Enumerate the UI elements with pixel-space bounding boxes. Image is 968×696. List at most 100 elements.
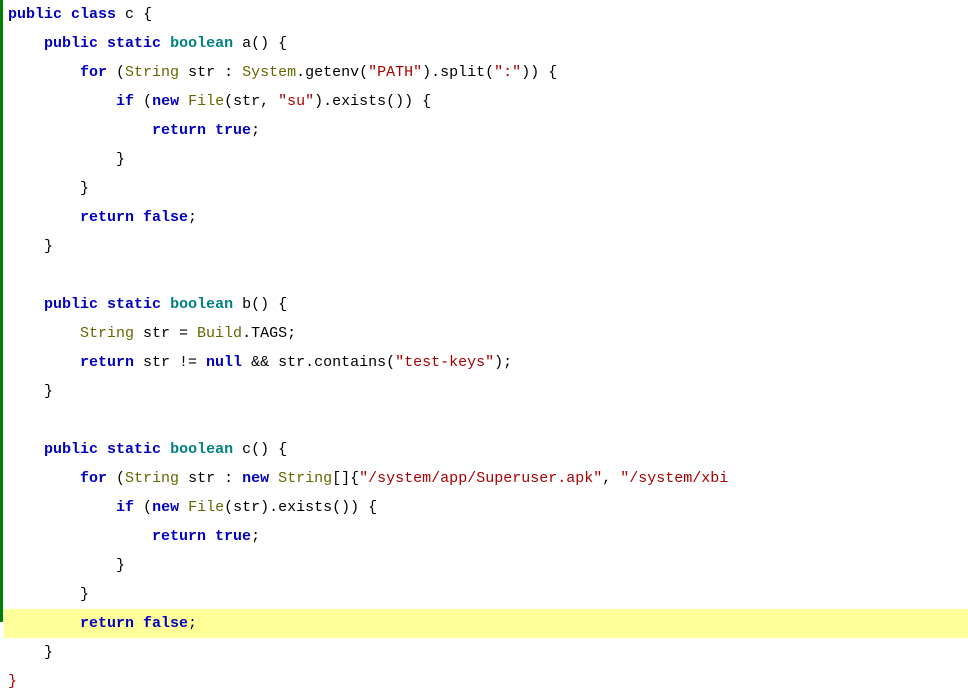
token-op: && — [251, 354, 269, 371]
token-kw: null — [206, 354, 242, 371]
token-id — [233, 35, 242, 52]
token-kw: public static — [44, 441, 161, 458]
code-line[interactable]: } — [4, 174, 968, 203]
token-id — [233, 64, 242, 81]
token-type: boolean — [170, 441, 233, 458]
code-line[interactable]: return false; — [4, 609, 968, 638]
token-str: "su" — [278, 93, 314, 110]
token-id: ; — [251, 122, 260, 139]
code-line[interactable]: return false; — [4, 203, 968, 232]
token-kw: for — [80, 470, 107, 487]
code-line[interactable]: } — [4, 638, 968, 667]
token-kw: public static — [44, 296, 161, 313]
token-kw: return — [80, 354, 134, 371]
token-kw: for — [80, 64, 107, 81]
code-line[interactable]: public static boolean c() { — [4, 435, 968, 464]
token-cls: String — [125, 470, 179, 487]
token-id: str — [179, 470, 224, 487]
token-cls: Build — [197, 325, 242, 342]
token-id — [161, 296, 170, 313]
code-line[interactable]: for (String str : new String[]{"/system/… — [4, 464, 968, 493]
token-id: str.contains( — [269, 354, 395, 371]
code-line[interactable] — [4, 406, 968, 435]
code-editor[interactable]: public class c { public static boolean a… — [0, 0, 968, 622]
token-brace: } — [44, 238, 53, 255]
code-line[interactable]: } — [4, 580, 968, 609]
code-line[interactable]: } — [4, 232, 968, 261]
token-id — [161, 441, 170, 458]
token-str: ":" — [494, 64, 521, 81]
code-line[interactable]: } — [4, 551, 968, 580]
code-line[interactable]: String str = Build.TAGS; — [4, 319, 968, 348]
token-id — [269, 470, 278, 487]
token-kw: new — [242, 470, 269, 487]
token-brace: () { — [251, 296, 287, 313]
token-kw: new — [152, 93, 179, 110]
token-id: str = — [134, 325, 197, 342]
token-brace: { — [134, 6, 152, 23]
token-brace: )) { — [521, 64, 557, 81]
code-line[interactable]: } — [4, 667, 968, 696]
token-paren: ( — [107, 470, 125, 487]
code-line[interactable]: public static boolean a() { — [4, 29, 968, 58]
token-id: , — [602, 470, 620, 487]
token-last-brace: } — [8, 673, 17, 690]
token-str: "test-keys" — [395, 354, 494, 371]
token-str: "/system/xbi — [620, 470, 728, 487]
token-id: ; — [188, 209, 197, 226]
token-id — [116, 6, 125, 23]
token-id — [242, 354, 251, 371]
token-brace: } — [44, 644, 53, 661]
token-op: : — [224, 64, 233, 81]
code-line[interactable]: return str != null && str.contains("test… — [4, 348, 968, 377]
token-brace: () { — [251, 35, 287, 52]
code-line[interactable]: } — [4, 377, 968, 406]
token-id: .TAGS; — [242, 325, 296, 342]
token-id: ; — [188, 615, 197, 632]
token-id: .getenv( — [296, 64, 368, 81]
token-cls: System — [242, 64, 296, 81]
token-cls: File — [188, 93, 224, 110]
token-id: ; — [251, 528, 260, 545]
token-kw: return false — [80, 615, 188, 632]
token-id — [233, 441, 242, 458]
code-line[interactable]: public static boolean b() { — [4, 290, 968, 319]
token-kw: if — [116, 499, 134, 516]
token-brace: ).exists()) { — [314, 93, 431, 110]
token-type: boolean — [170, 35, 233, 52]
token-id — [233, 296, 242, 313]
token-kw: new — [152, 499, 179, 516]
token-id: (str, — [224, 93, 278, 110]
code-line[interactable]: if (new File(str, "su").exists()) { — [4, 87, 968, 116]
code-line[interactable]: if (new File(str).exists()) { — [4, 493, 968, 522]
token-id — [161, 35, 170, 52]
token-id: a — [242, 35, 251, 52]
code-line[interactable]: for (String str : System.getenv("PATH").… — [4, 58, 968, 87]
token-brace: } — [44, 383, 53, 400]
token-id: ).split( — [422, 64, 494, 81]
code-line[interactable]: public class c { — [4, 0, 968, 29]
code-line[interactable]: return true; — [4, 522, 968, 551]
token-kw: return true — [152, 528, 251, 545]
code-line[interactable]: return true; — [4, 116, 968, 145]
token-kw: public static — [44, 35, 161, 52]
token-kw: return false — [80, 209, 188, 226]
token-op: : — [224, 470, 233, 487]
token-cls: String — [278, 470, 332, 487]
token-id — [179, 499, 188, 516]
token-id: ); — [494, 354, 512, 371]
token-kw: if — [116, 93, 134, 110]
token-id: str != — [134, 354, 206, 371]
token-brace: () { — [251, 441, 287, 458]
token-str: "/system/app/Superuser.apk" — [359, 470, 602, 487]
token-cls: String — [125, 64, 179, 81]
token-id: str — [179, 64, 224, 81]
token-id: c — [125, 6, 134, 23]
code-line[interactable] — [4, 261, 968, 290]
token-brace: } — [80, 180, 89, 197]
token-id — [179, 93, 188, 110]
code-line[interactable]: } — [4, 145, 968, 174]
token-brace: } — [116, 557, 125, 574]
token-id: b — [242, 296, 251, 313]
token-cls: File — [188, 499, 224, 516]
